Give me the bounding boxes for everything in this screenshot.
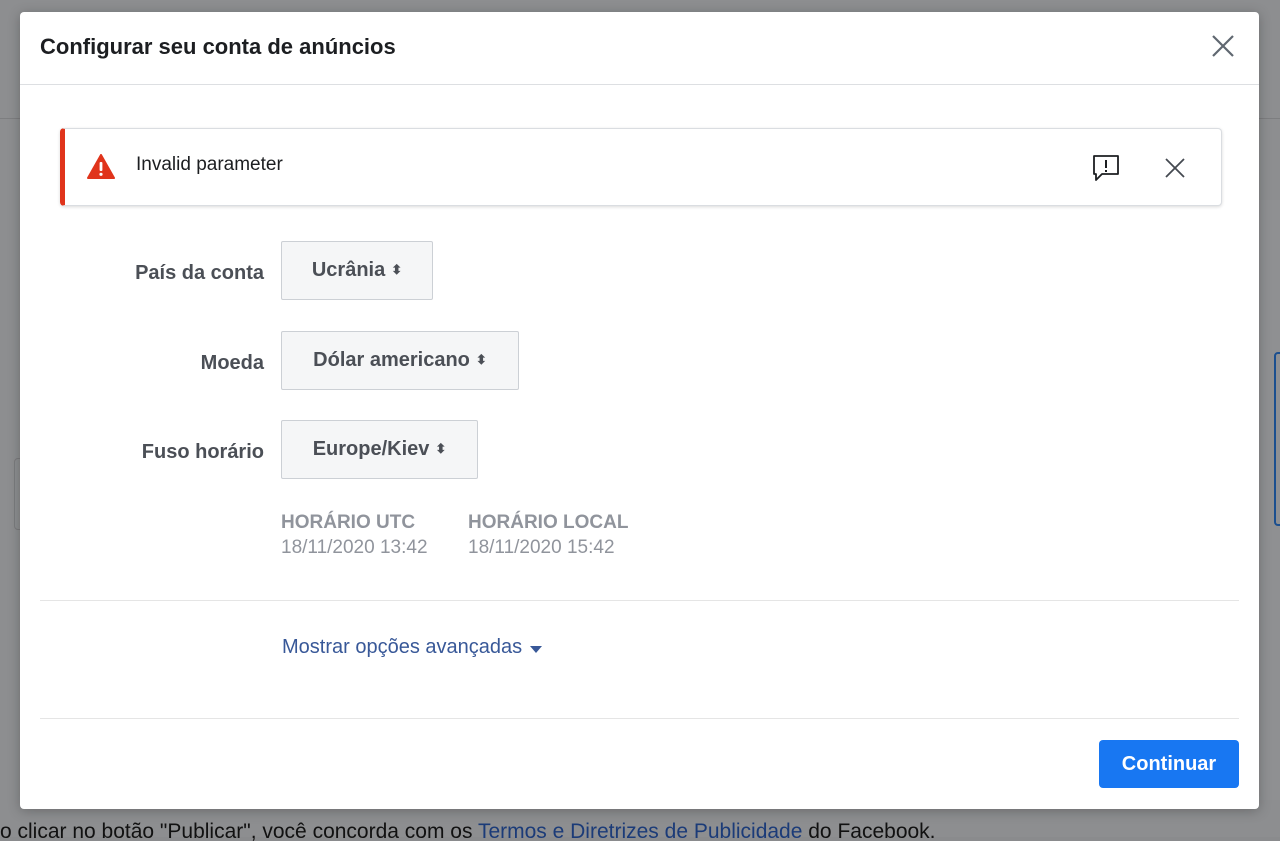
continue-button[interactable]: Continuar	[1099, 740, 1239, 788]
footer-divider	[40, 718, 1239, 719]
country-select[interactable]: Ucrânia ⬍	[281, 241, 433, 300]
country-label: País da conta	[135, 262, 264, 284]
timezone-value: Europe/Kiev	[312, 438, 430, 460]
terms-prefix: o clicar no botão "Publicar", você conco…	[0, 820, 478, 841]
warning-icon	[87, 154, 115, 180]
caret-down-icon	[530, 645, 543, 653]
section-divider	[40, 600, 1239, 601]
currency-value: Dólar americano	[313, 349, 470, 371]
close-icon[interactable]	[1209, 32, 1237, 60]
terms-link[interactable]: Termos e Diretrizes de Publicidade	[478, 820, 802, 841]
dialog-header: Configurar seu conta de anúncios	[20, 12, 1259, 85]
utc-time-value: 18/11/2020 13:42	[281, 537, 428, 558]
alert-message: Invalid parameter	[136, 154, 283, 175]
ad-account-setup-dialog: Configurar seu conta de anúncios Invalid…	[20, 12, 1259, 809]
sort-arrows-icon: ⬍	[435, 441, 447, 456]
dismiss-alert-icon[interactable]	[1163, 156, 1187, 180]
feedback-icon[interactable]	[1091, 153, 1121, 183]
local-time-value: 18/11/2020 15:42	[468, 537, 615, 558]
sort-arrows-icon: ⬍	[475, 352, 487, 367]
local-time-label: HORÁRIO LOCAL	[468, 512, 629, 533]
advanced-options-label: Mostrar opções avançadas	[282, 636, 523, 658]
local-time: HORÁRIO LOCAL 18/11/2020 15:42	[468, 512, 628, 559]
error-alert: Invalid parameter	[60, 128, 1222, 206]
advanced-options-toggle[interactable]: Mostrar opções avançadas	[282, 636, 543, 659]
currency-label: Moeda	[200, 352, 264, 374]
timezone-select[interactable]: Europe/Kiev ⬍	[281, 420, 478, 479]
utc-time: HORÁRIO UTC 18/11/2020 13:42	[281, 512, 428, 559]
country-value: Ucrânia	[311, 259, 386, 281]
currency-select[interactable]: Dólar americano ⬍	[281, 331, 519, 390]
dialog-title: Configurar seu conta de anúncios	[40, 34, 396, 59]
terms-suffix: do Facebook.	[802, 820, 936, 841]
sort-arrows-icon: ⬍	[391, 262, 403, 277]
timezone-label: Fuso horário	[141, 441, 264, 463]
background-selected-card	[1274, 352, 1280, 526]
background-terms-text: o clicar no botão "Publicar", você conco…	[0, 818, 1280, 841]
utc-time-label: HORÁRIO UTC	[281, 512, 416, 533]
